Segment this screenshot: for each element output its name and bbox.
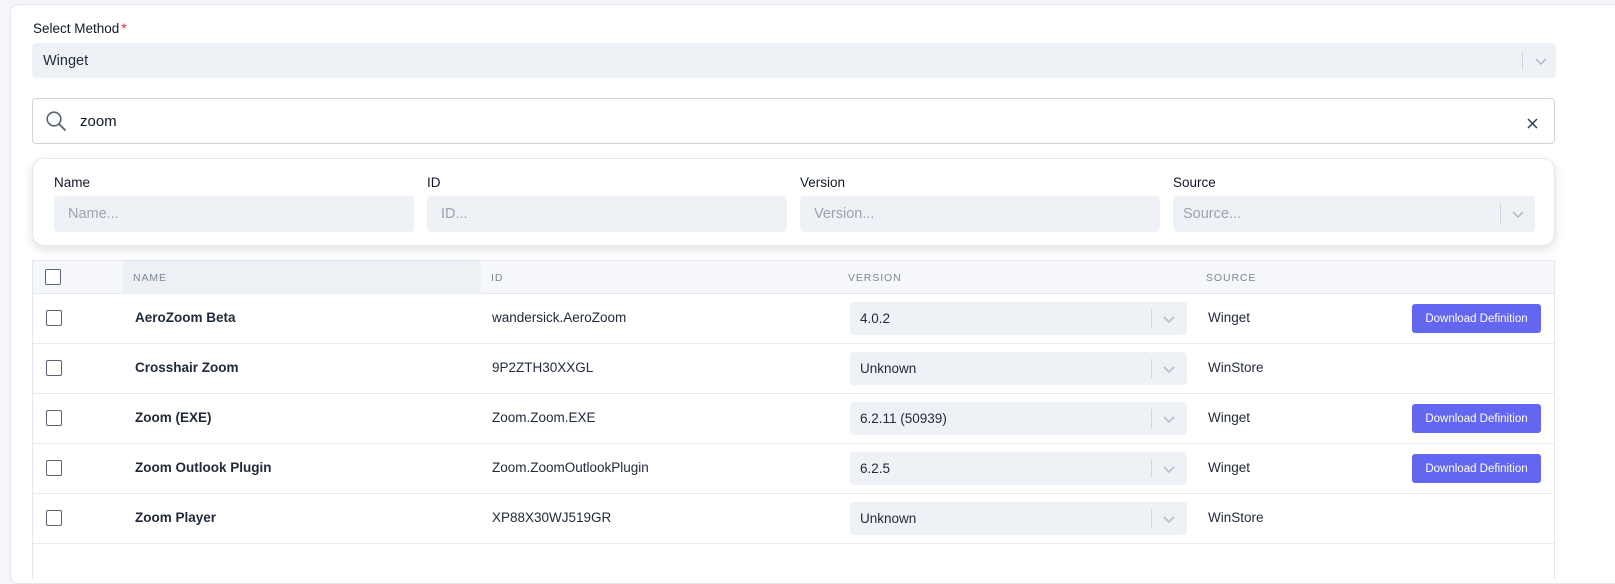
row-checkbox[interactable] xyxy=(46,510,62,526)
chevron-down-icon[interactable] xyxy=(1162,462,1176,476)
row-source: Winget xyxy=(1208,460,1251,475)
row-id: 9P2ZTH30XXGL xyxy=(492,360,594,375)
filter-version-label: Version xyxy=(800,175,846,190)
version-select[interactable]: 4.0.2 xyxy=(850,302,1187,335)
column-header-version[interactable]: VERSION xyxy=(848,272,902,284)
filter-source-placeholder: Source... xyxy=(1183,206,1242,222)
select-separator xyxy=(1151,509,1152,528)
select-separator xyxy=(1151,359,1152,378)
row-source: Winget xyxy=(1208,410,1251,425)
select-all-checkbox[interactable] xyxy=(45,269,61,285)
row-name: Zoom (EXE) xyxy=(135,410,212,425)
row-id: XP88X30WJ519GR xyxy=(492,510,612,525)
chevron-down-icon[interactable] xyxy=(1162,362,1176,376)
row-source: Winget xyxy=(1208,310,1251,325)
method-select-value: Winget xyxy=(43,52,89,69)
column-header-name[interactable]: NAME xyxy=(133,272,167,284)
row-checkbox[interactable] xyxy=(46,460,62,476)
select-separator xyxy=(1151,459,1152,478)
filter-name-label: Name xyxy=(54,175,91,190)
filter-source-label: Source xyxy=(1173,175,1216,190)
version-select-value: Unknown xyxy=(860,511,917,526)
select-separator xyxy=(1522,51,1523,70)
select-separator xyxy=(1151,409,1152,428)
table-row: AeroZoom Beta wandersick.AeroZoom 4.0.2 … xyxy=(33,294,1554,344)
table-row: Crosshair Zoom 9P2ZTH30XXGL Unknown WinS… xyxy=(33,344,1554,394)
filter-id-label: ID xyxy=(427,175,441,190)
select-separator xyxy=(1151,309,1152,328)
version-select[interactable]: Unknown xyxy=(850,352,1187,385)
row-id: Zoom.Zoom.EXE xyxy=(492,410,596,425)
select-separator xyxy=(1500,204,1501,223)
download-definition-button[interactable]: Download Definition xyxy=(1412,454,1541,483)
chevron-down-icon[interactable] xyxy=(1162,312,1176,326)
results-table: NAME ID VERSION SOURCE AeroZoom Beta wan… xyxy=(32,260,1555,580)
sorted-column-highlight xyxy=(122,261,481,294)
download-definition-button[interactable]: Download Definition xyxy=(1412,304,1541,333)
row-id: wandersick.AeroZoom xyxy=(492,310,627,325)
version-select-value: 4.0.2 xyxy=(860,311,891,326)
method-select[interactable]: Winget xyxy=(32,43,1556,78)
version-select[interactable]: Unknown xyxy=(850,502,1187,535)
column-header-source[interactable]: SOURCE xyxy=(1206,272,1256,284)
chevron-down-icon[interactable] xyxy=(1511,207,1525,221)
select-method-label: Select Method * xyxy=(33,21,127,36)
filter-version-input[interactable] xyxy=(800,196,1160,232)
row-source: WinStore xyxy=(1208,360,1264,375)
row-source: WinStore xyxy=(1208,510,1264,525)
row-name: Crosshair Zoom xyxy=(135,360,239,375)
table-row: Zoom (EXE) Zoom.Zoom.EXE 6.2.11 (50939) … xyxy=(33,394,1554,444)
column-header-id[interactable]: ID xyxy=(491,272,503,284)
row-name: AeroZoom Beta xyxy=(135,310,236,325)
chevron-down-icon[interactable] xyxy=(1534,54,1548,68)
row-name: Zoom Outlook Plugin xyxy=(135,460,272,475)
version-select[interactable]: 6.2.5 xyxy=(850,452,1187,485)
chevron-down-icon[interactable] xyxy=(1162,512,1176,526)
close-icon[interactable] xyxy=(1527,116,1538,129)
row-checkbox[interactable] xyxy=(46,310,62,326)
row-checkbox[interactable] xyxy=(46,360,62,376)
table-row: Zoom Player XP88X30WJ519GR Unknown WinSt… xyxy=(33,494,1554,544)
version-select-value: Unknown xyxy=(860,361,917,376)
filter-card: Name ID Version Source Source... xyxy=(32,158,1555,246)
row-checkbox[interactable] xyxy=(46,410,62,426)
version-select[interactable]: 6.2.11 (50939) xyxy=(850,402,1187,435)
row-name: Zoom Player xyxy=(135,510,217,525)
search-icon xyxy=(45,110,67,132)
search-box[interactable]: zoom xyxy=(32,98,1555,144)
filter-name-input[interactable] xyxy=(54,196,414,232)
table-header: NAME ID VERSION SOURCE xyxy=(33,261,1554,294)
required-mark: * xyxy=(121,21,127,36)
row-id: Zoom.ZoomOutlookPlugin xyxy=(492,460,649,475)
filter-source-select[interactable]: Source... xyxy=(1173,196,1535,232)
version-select-value: 6.2.11 (50939) xyxy=(860,411,947,426)
filter-id-input[interactable] xyxy=(427,196,787,232)
table-row: Zoom Outlook Plugin Zoom.ZoomOutlookPlug… xyxy=(33,444,1554,494)
search-input[interactable]: zoom xyxy=(80,113,117,130)
chevron-down-icon[interactable] xyxy=(1162,412,1176,426)
version-select-value: 6.2.5 xyxy=(860,461,891,476)
download-definition-button[interactable]: Download Definition xyxy=(1412,404,1541,433)
